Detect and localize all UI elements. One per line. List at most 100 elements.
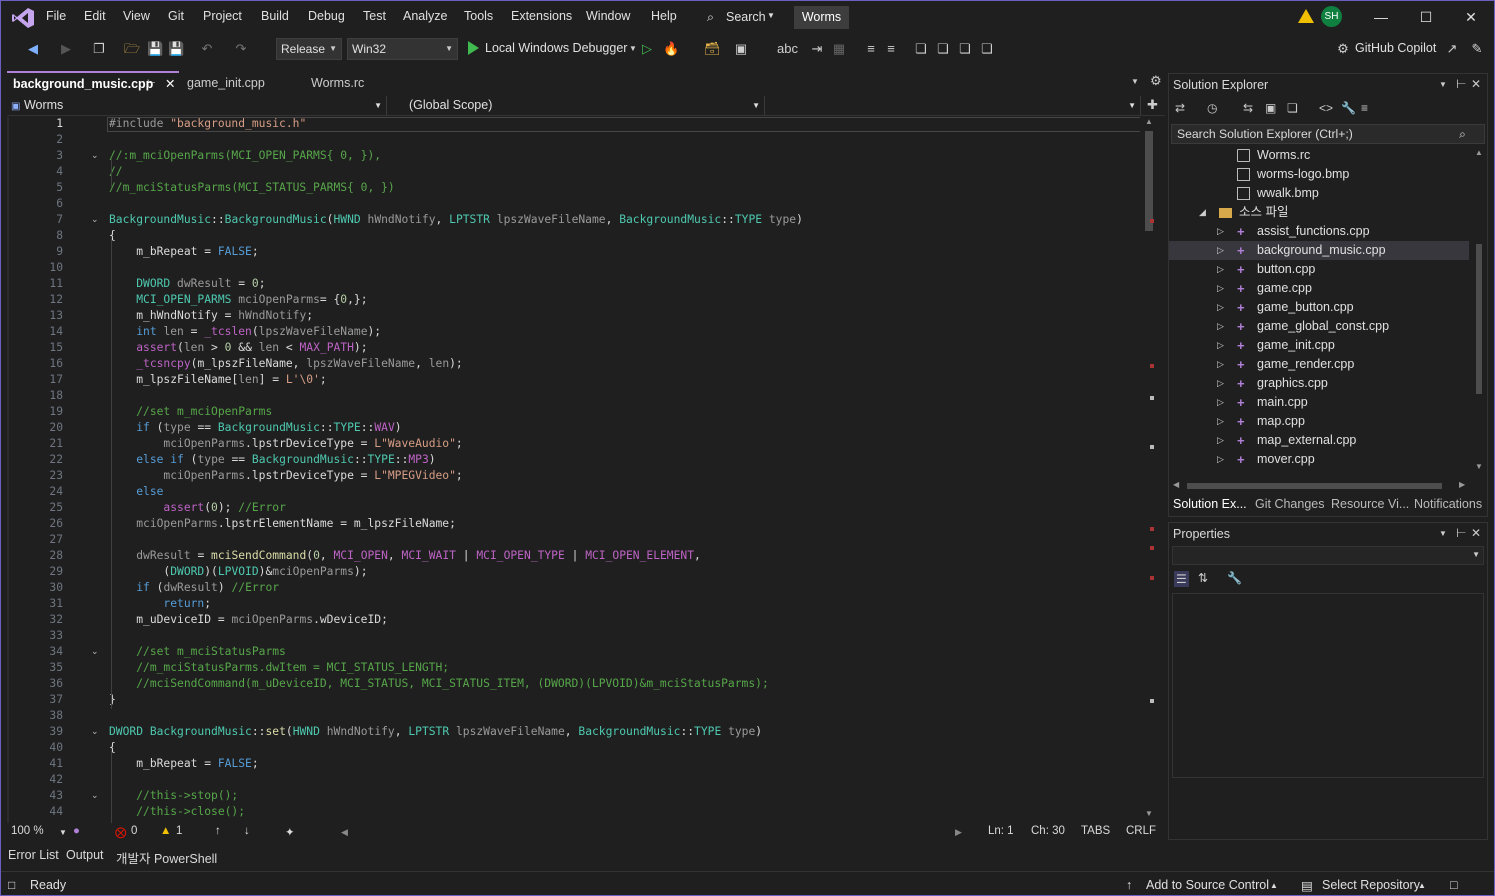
prev-issue-icon[interactable]: ↑ bbox=[215, 825, 221, 837]
property-pages-icon[interactable]: 🔧 bbox=[1227, 571, 1242, 585]
hot-reload-icon[interactable]: 🔥 bbox=[663, 41, 679, 57]
code-line[interactable]: DWORD dwResult = 0; bbox=[109, 277, 265, 290]
chevron-down-icon[interactable]: ▼ bbox=[1439, 529, 1447, 538]
code-line[interactable]: else bbox=[109, 485, 163, 498]
expand-icon[interactable]: ▷ bbox=[1217, 298, 1224, 317]
tab-git-changes[interactable]: Git Changes bbox=[1255, 497, 1324, 511]
menu-debug[interactable]: Debug bbox=[308, 9, 345, 23]
expand-icon[interactable]: ▷ bbox=[1217, 412, 1224, 431]
fold-toggle-icon[interactable]: ⌄ bbox=[91, 790, 99, 801]
zoom-select[interactable]: 100 % bbox=[11, 825, 44, 837]
expand-icon[interactable]: ▷ bbox=[1217, 374, 1224, 393]
debugger-button[interactable]: Local Windows Debugger bbox=[485, 41, 627, 55]
tree-item[interactable]: wwalk.bmp bbox=[1169, 184, 1469, 203]
chevron-down-icon[interactable]: ▼ bbox=[59, 828, 67, 837]
save-icon[interactable]: 💾 bbox=[147, 41, 163, 57]
menu-test[interactable]: Test bbox=[363, 9, 386, 23]
hscroll-left-icon[interactable]: ◀ bbox=[341, 827, 348, 838]
code-line[interactable]: mciOpenParms.lpstrDeviceType = L"MPEGVid… bbox=[109, 469, 462, 482]
scroll-down-icon[interactable]: ▼ bbox=[1475, 462, 1483, 471]
save-all-icon[interactable]: 💾 bbox=[168, 41, 184, 57]
select-repository[interactable]: Select Repository bbox=[1322, 878, 1420, 892]
comment-icon[interactable]: ≡ bbox=[863, 41, 879, 57]
github-copilot-button[interactable]: GitHub Copilot bbox=[1355, 41, 1436, 55]
code-line[interactable]: int len = _tcslen(lpszWaveFileName); bbox=[109, 325, 381, 338]
next-issue-icon[interactable]: ↓ bbox=[244, 825, 250, 837]
solution-name-badge[interactable]: Worms bbox=[794, 6, 849, 29]
scope-select[interactable]: (Global Scope) ▼ bbox=[391, 96, 765, 115]
tree-item[interactable]: ▷ + game.cpp bbox=[1169, 279, 1469, 298]
expand-icon[interactable]: ▷ bbox=[1217, 279, 1224, 298]
prev-bookmark-icon[interactable]: ❏ bbox=[935, 41, 951, 57]
tab-output[interactable]: Output bbox=[66, 848, 104, 862]
tree-item[interactable]: ▷ + game_render.cpp bbox=[1169, 355, 1469, 374]
cleanup-icon[interactable]: ✦ bbox=[285, 825, 295, 839]
code-line[interactable]: //set m_mciOpenParms bbox=[109, 405, 272, 418]
solution-folder-icon[interactable]: 🗃 bbox=[704, 41, 721, 57]
expand-icon[interactable]: ▷ bbox=[1217, 260, 1224, 279]
tree-vscrollbar[interactable]: ▲ ▼ bbox=[1473, 148, 1485, 476]
tree-item[interactable]: ▷ + assist_functions.cpp bbox=[1169, 222, 1469, 241]
tab-error-list[interactable]: Error List bbox=[8, 848, 59, 862]
fold-toggle-icon[interactable]: ⌄ bbox=[91, 726, 99, 737]
open-folder-icon[interactable]: 🗁 bbox=[124, 41, 140, 57]
expand-icon[interactable]: ▷ bbox=[1217, 241, 1224, 260]
tree-item[interactable]: worms-logo.bmp bbox=[1169, 165, 1469, 184]
scroll-left-icon[interactable]: ◀ bbox=[1173, 480, 1179, 489]
code-view-icon[interactable]: <> bbox=[1319, 101, 1333, 115]
code-line[interactable]: m_lpszFileName[len] = L'\0'; bbox=[109, 373, 326, 386]
tree-item[interactable]: ▷ + main.cpp bbox=[1169, 393, 1469, 412]
menu-edit[interactable]: Edit bbox=[84, 9, 106, 23]
tree-item[interactable]: ▷ + game_button.cpp bbox=[1169, 298, 1469, 317]
code-line[interactable]: m_hWndNotify = hWndNotify; bbox=[109, 309, 313, 322]
solution-search-input[interactable]: Search Solution Explorer (Ctrl+;) ⌕ bbox=[1171, 124, 1485, 144]
warning-count[interactable]: 1 bbox=[176, 825, 182, 837]
eol-indicator[interactable]: CRLF bbox=[1126, 825, 1156, 837]
properties-icon[interactable]: 🔧 bbox=[1341, 101, 1356, 115]
code-line[interactable]: #include "background_music.h" bbox=[109, 117, 306, 130]
code-line[interactable]: BackgroundMusic::BackgroundMusic(HWND hW… bbox=[109, 213, 803, 226]
code-line[interactable]: MCI_OPEN_PARMS mciOpenParms= {0,}; bbox=[109, 293, 367, 306]
code-line[interactable]: //m_mciStatusParms(MCI_STATUS_PARMS{ 0, … bbox=[109, 181, 395, 194]
close-icon[interactable]: ✕ bbox=[165, 73, 175, 95]
start-without-debugging-icon[interactable]: ▷ bbox=[639, 41, 655, 57]
preview-icon[interactable]: ≡ bbox=[1361, 101, 1368, 115]
tree-item[interactable]: ▷ + game_global_const.cpp bbox=[1169, 317, 1469, 336]
code-line[interactable]: DWORD BackgroundMusic::set(HWND hWndNoti… bbox=[109, 725, 762, 738]
code-line[interactable]: //set m_mciStatusParms bbox=[109, 645, 286, 658]
error-count[interactable]: 0 bbox=[131, 825, 137, 837]
expand-icon[interactable]: ▷ bbox=[1217, 336, 1224, 355]
add-to-source-control[interactable]: Add to Source Control bbox=[1146, 878, 1269, 892]
scroll-thumb[interactable] bbox=[1145, 131, 1153, 231]
code-line[interactable]: m_bRepeat = FALSE; bbox=[109, 757, 258, 770]
code-line[interactable]: //mciSendCommand(m_uDeviceID, MCI_STATUS… bbox=[109, 677, 769, 690]
tree-item[interactable]: ▷ + map_external.cpp bbox=[1169, 431, 1469, 450]
vertical-scrollbar[interactable]: ▲ ▼ bbox=[1140, 117, 1158, 823]
properties-object-select[interactable]: ▼ bbox=[1172, 546, 1484, 565]
tree-item[interactable]: ▷ + game_init.cpp bbox=[1169, 336, 1469, 355]
uncomment-icon[interactable]: ≡ bbox=[883, 41, 899, 57]
notification-bell-icon[interactable]: □ bbox=[1450, 878, 1458, 892]
tree-item[interactable]: ▷ + mover.cpp bbox=[1169, 450, 1469, 469]
code-line[interactable]: (DWORD)(LPVOID)&mciOpenParms); bbox=[109, 565, 367, 578]
tree-item[interactable]: ▷ + button.cpp bbox=[1169, 260, 1469, 279]
expand-icon[interactable]: ▷ bbox=[1217, 450, 1224, 469]
split-icon[interactable]: ✚ bbox=[1147, 97, 1158, 113]
menu-help[interactable]: Help bbox=[651, 9, 677, 23]
maximize-icon[interactable]: ☐ bbox=[1416, 7, 1436, 27]
code-line[interactable]: dwResult = mciSendCommand(0, MCI_OPEN, M… bbox=[109, 549, 701, 562]
fold-toggle-icon[interactable]: ⌄ bbox=[91, 214, 99, 225]
menu-view[interactable]: View bbox=[123, 9, 150, 23]
tree-item[interactable]: ◢ 소스 파일 bbox=[1169, 203, 1469, 222]
warning-icon[interactable] bbox=[1298, 9, 1314, 23]
char-indicator[interactable]: Ch: 30 bbox=[1031, 825, 1065, 837]
scroll-thumb[interactable] bbox=[1476, 244, 1482, 394]
tree-item[interactable]: ▷ + background_music.cpp bbox=[1169, 241, 1469, 260]
new-project-icon[interactable]: ❐ bbox=[91, 41, 107, 57]
back-icon[interactable]: ◀ bbox=[25, 41, 41, 57]
code-line[interactable]: //this->close(); bbox=[109, 805, 245, 818]
project-select[interactable]: ▣ Worms ▼ bbox=[7, 96, 387, 115]
code-line[interactable]: if (type == BackgroundMusic::TYPE::WAV) bbox=[109, 421, 401, 434]
scroll-right-icon[interactable]: ▶ bbox=[1459, 480, 1465, 489]
pin-icon[interactable]: ⊢ bbox=[1456, 526, 1466, 540]
